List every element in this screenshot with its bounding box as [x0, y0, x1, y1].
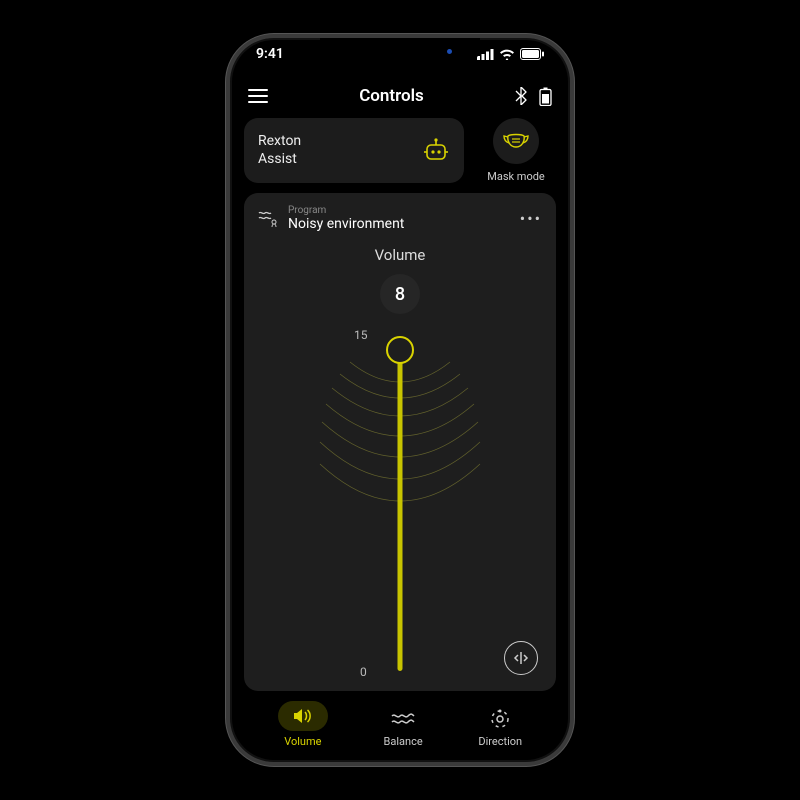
- program-kicker: Program: [288, 205, 404, 216]
- camera-dot-icon: [447, 49, 452, 54]
- slider-thumb[interactable]: [386, 336, 414, 364]
- slider-max-label: 15: [354, 328, 368, 342]
- battery-icon: [520, 48, 544, 60]
- tab-volume-label: Volume: [284, 735, 321, 748]
- app-header: Controls: [244, 82, 556, 118]
- mask-mode-label: Mask mode: [487, 170, 545, 183]
- bluetooth-icon[interactable]: [515, 87, 527, 105]
- program-selector[interactable]: Program Noisy environment •••: [258, 203, 542, 240]
- direction-icon: [489, 708, 511, 730]
- split-button[interactable]: [504, 641, 538, 675]
- tab-direction[interactable]: Direction: [478, 707, 522, 748]
- robot-icon: [422, 138, 450, 164]
- battery-level-icon[interactable]: [539, 87, 552, 106]
- assist-card[interactable]: Rexton Assist: [244, 118, 464, 183]
- program-more-button[interactable]: •••: [520, 209, 542, 228]
- mask-mode-button[interactable]: [493, 118, 539, 164]
- menu-button[interactable]: [248, 89, 268, 103]
- tab-direction-label: Direction: [478, 735, 522, 748]
- program-name: Noisy environment: [288, 216, 404, 232]
- volume-value: 8: [380, 274, 420, 314]
- wifi-icon: [499, 49, 515, 60]
- volume-card: Program Noisy environment ••• Volume 8 1…: [244, 193, 556, 691]
- slider-track: [398, 350, 403, 671]
- tab-balance[interactable]: Balance: [384, 707, 423, 748]
- bottom-tabs: Volume Balance Direction: [244, 691, 556, 752]
- volume-slider[interactable]: 15 0: [258, 324, 542, 679]
- program-icon: [258, 210, 278, 228]
- balance-icon: [391, 711, 415, 727]
- volume-title: Volume: [258, 246, 542, 264]
- assist-label: Rexton Assist: [258, 133, 301, 168]
- notch: [320, 38, 480, 64]
- page-title: Controls: [359, 86, 424, 106]
- mask-icon: [503, 132, 529, 150]
- tab-balance-label: Balance: [384, 735, 423, 748]
- tab-volume[interactable]: Volume: [278, 701, 328, 748]
- slider-min-label: 0: [360, 665, 367, 679]
- status-time: 9:41: [256, 46, 284, 62]
- volume-icon: [292, 707, 314, 725]
- split-icon: [512, 651, 530, 665]
- phone-frame: 9:41 Controls Rexton Assist: [226, 34, 574, 766]
